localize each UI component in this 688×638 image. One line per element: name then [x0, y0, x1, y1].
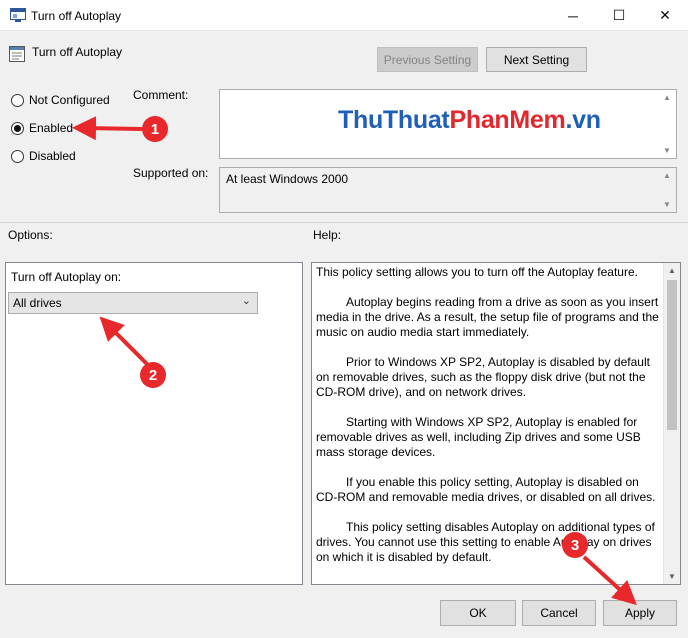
cancel-button[interactable]: Cancel [522, 600, 596, 626]
help-paragraph: This policy setting allows you to turn o… [316, 265, 638, 279]
radio-circle[interactable] [11, 149, 24, 163]
previous-setting-button[interactable]: Previous Setting [377, 47, 478, 72]
supported-on-field: At least Windows 2000 ▲ ▼ [219, 167, 677, 213]
dropdown-value: All drives [13, 296, 62, 310]
radio-enabled[interactable]: Enabled [11, 121, 73, 135]
options-label: Options: [8, 228, 53, 242]
radio-circle-selected[interactable] [11, 121, 24, 135]
help-label: Help: [313, 228, 342, 242]
help-paragraph: Autoplay begins reading from a drive as … [316, 295, 659, 339]
step-badge-3: 3 [562, 532, 588, 558]
apply-button[interactable]: Apply [603, 600, 677, 626]
supported-on-label: Supported on: [133, 166, 209, 180]
ok-button[interactable]: OK [440, 600, 516, 626]
scroll-down-icon[interactable]: ▼ [668, 572, 676, 581]
help-paragraph: This policy setting disables Autoplay on… [316, 520, 655, 564]
policy-window-icon [10, 8, 26, 22]
scroll-down-icon[interactable]: ▼ [663, 200, 671, 209]
step-badge-2: 2 [140, 362, 166, 388]
close-button[interactable]: ✕ [642, 0, 688, 31]
help-paragraph: Starting with Windows XP SP2, Autoplay i… [316, 415, 641, 459]
policy-name: Turn off Autoplay [32, 45, 123, 59]
scroll-down-icon[interactable]: ▼ [663, 146, 671, 155]
help-text: This policy setting allows you to turn o… [316, 265, 662, 580]
supported-on-value: At least Windows 2000 [226, 172, 349, 186]
watermark-part: PhanMem [449, 106, 566, 134]
policy-setting-icon [9, 46, 25, 62]
radio-circle[interactable] [11, 93, 24, 107]
radio-label: Enabled [29, 121, 74, 135]
help-paragraph: Prior to Windows XP SP2, Autoplay is dis… [316, 355, 650, 399]
watermark-logo: ThuThuatPhanMem.vn [338, 106, 601, 135]
watermark-part: .vn [565, 106, 601, 134]
arrow-1 [72, 116, 143, 141]
scroll-up-icon[interactable]: ▲ [663, 171, 671, 180]
help-paragraph: If you enable this policy setting, Autop… [316, 475, 656, 504]
next-setting-button[interactable]: Next Setting [486, 47, 587, 72]
step-badge-1: 1 [142, 116, 168, 142]
divider [0, 222, 688, 223]
watermark-part: ThuThuat [338, 106, 450, 134]
help-panel: This policy setting allows you to turn o… [311, 262, 681, 585]
chevron-down-icon[interactable]: ⌄ [242, 294, 251, 307]
maximize-button[interactable]: ☐ [596, 0, 642, 31]
supported-scrollbar[interactable]: ▲ ▼ [659, 168, 676, 212]
radio-label: Not Configured [29, 93, 110, 107]
help-scrollbar[interactable]: ▲ ▼ [663, 263, 680, 584]
scrollbar-thumb[interactable] [667, 280, 677, 430]
window-title: Turn off Autoplay [31, 9, 122, 23]
minimize-button[interactable]: ─ [550, 0, 596, 31]
scroll-up-icon[interactable]: ▲ [663, 93, 671, 102]
scroll-up-icon[interactable]: ▲ [668, 266, 676, 275]
comment-scrollbar[interactable]: ▲ ▼ [659, 90, 676, 158]
radio-disabled[interactable]: Disabled [11, 149, 76, 163]
radio-label: Disabled [29, 149, 76, 163]
radio-not-configured[interactable]: Not Configured [11, 93, 110, 107]
autoplay-drives-label: Turn off Autoplay on: [11, 270, 122, 284]
autoplay-drives-dropdown[interactable]: All drives ⌄ [8, 292, 258, 314]
comment-label: Comment: [133, 88, 189, 102]
